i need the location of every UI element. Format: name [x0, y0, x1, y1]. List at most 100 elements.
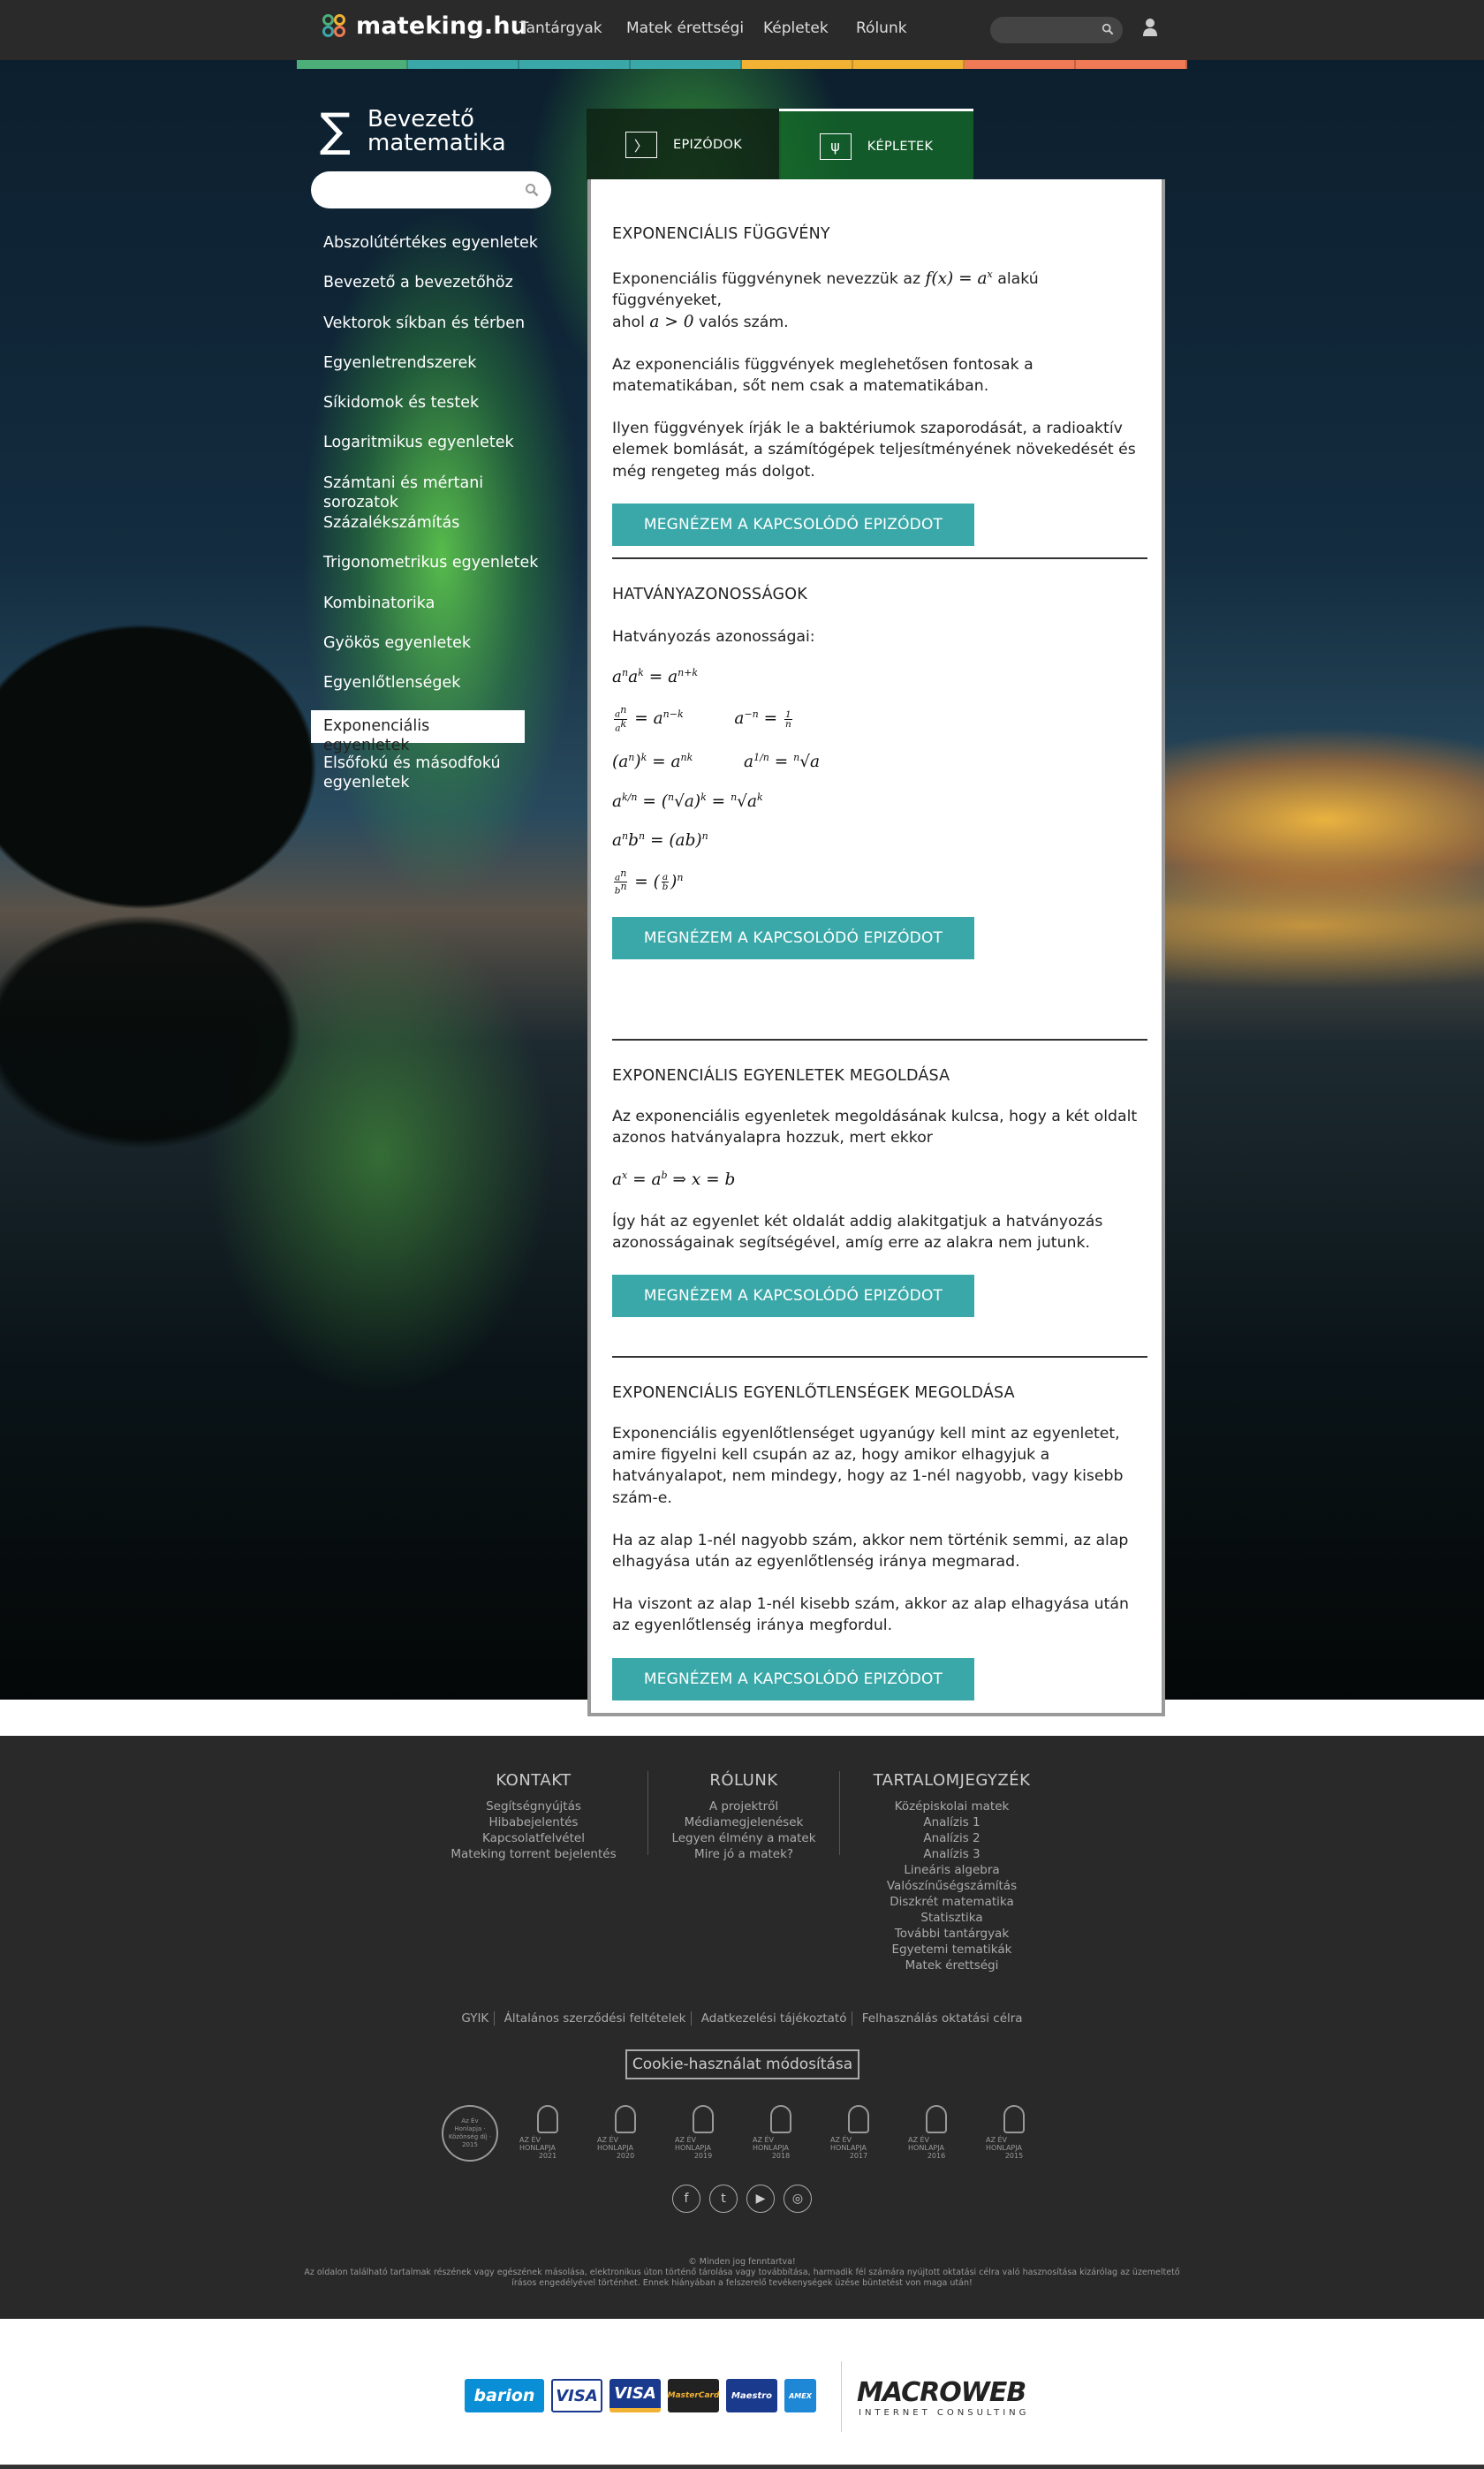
- tree-reflection: [0, 908, 424, 1279]
- nav-tantargyak[interactable]: Tantárgyak: [519, 19, 602, 37]
- sidebar-item[interactable]: Kombinatorika: [311, 590, 558, 630]
- sidebar-item[interactable]: Egyenletrendszerek: [311, 350, 558, 390]
- bottom-bar: [0, 2465, 1484, 2469]
- tab-formulas-label: KÉPLETEK: [867, 139, 934, 154]
- header-search-input[interactable]: [990, 17, 1123, 43]
- macroweb-logo[interactable]: MACROWEB: [857, 2377, 1026, 2408]
- hand-icon: [770, 2105, 791, 2133]
- logo-text: mateking.hu: [356, 12, 528, 40]
- maestro-logo: Maestro: [726, 2379, 777, 2412]
- sidebar-item[interactable]: Síkidomok és testek: [311, 390, 558, 429]
- nav-matek-erettsegi[interactable]: Matek érettségi: [626, 19, 744, 37]
- sidebar-topic-list: Abszolútértékes egyenletek Bevezető a be…: [311, 230, 558, 794]
- watch-episode-button[interactable]: MEGNÉZEM A KAPCSOLÓDÓ EPIZÓDOT: [612, 916, 974, 959]
- nav-rolunk[interactable]: Rólunk: [856, 19, 907, 37]
- section-paragraph: Így hát az egyenlet két oldalát addig al…: [612, 1212, 1103, 1252]
- tab-episodes-label: EPIZÓDOK: [672, 138, 742, 152]
- footer-link[interactable]: Mire jó a matek?: [668, 1846, 820, 1862]
- macroweb-subtitle: INTERNET CONSULTING: [859, 2408, 1030, 2418]
- facebook-icon[interactable]: f: [672, 2185, 700, 2213]
- footer-link[interactable]: Analízis 1: [861, 1814, 1042, 1830]
- payment-separator: [841, 2361, 842, 2432]
- sigma-icon: ∑: [320, 104, 352, 157]
- award-badge: AZ ÉV HONLAPJA 2020: [597, 2105, 654, 2162]
- footer-link[interactable]: Kapcsolatfelvétel: [450, 1830, 617, 1846]
- footer-link[interactable]: Középiskolai matek: [861, 1799, 1042, 1814]
- sidebar-item[interactable]: Logaritmikus egyenletek: [311, 429, 558, 469]
- formula-fraction-exponent: ak/n = (n√a)k = n√ak: [612, 791, 763, 811]
- sidebar-item[interactable]: Számtani és mértani sorozatok: [311, 470, 558, 511]
- sidebar-item[interactable]: Bevezető a bevezetőhöz: [311, 269, 558, 309]
- section-exp-inequalities: EXPONENCIÁLIS EGYENLŐTLENSÉGEK MEGOLDÁSA…: [612, 1384, 1147, 1700]
- footer-link[interactable]: Médiamegjelenések: [668, 1814, 820, 1830]
- user-icon[interactable]: [1142, 18, 1158, 37]
- section-paragraph: Az exponenciális egyenletek megoldásának…: [612, 1108, 1138, 1147]
- awards-row: Az Év Honlapja · Közönség díj · 2015 AZ …: [0, 2105, 1484, 2162]
- award-badge: AZ ÉV HONLAPJA 2017: [830, 2105, 887, 2162]
- watch-episode-button[interactable]: MEGNÉZEM A KAPCSOLÓDÓ EPIZÓDOT: [612, 1657, 974, 1700]
- footer-link[interactable]: Hibabejelentés: [450, 1814, 617, 1830]
- footer: KONTAKT Segítségnyújtás Hibabejelentés K…: [0, 1736, 1484, 2319]
- sidebar-item[interactable]: Vektorok síkban és térben: [311, 310, 558, 350]
- tab-episodes[interactable]: 〉 EPIZÓDOK: [587, 109, 781, 181]
- sidebar-item[interactable]: Százalékszámítás: [311, 510, 558, 549]
- award-badge: AZ ÉV HONLAPJA 2016: [908, 2105, 965, 2162]
- psi-icon: ψ: [819, 133, 852, 160]
- youtube-icon[interactable]: ▶: [746, 2185, 775, 2213]
- hand-icon: [537, 2105, 558, 2133]
- formula-equation-rule: ax = ab ⇒ x = b: [612, 1170, 736, 1190]
- search-icon[interactable]: [525, 183, 539, 197]
- mastercard-logo: MasterCard: [668, 2379, 719, 2412]
- top-navigation-bar: mateking.hu Tantárgyak Matek érettségi K…: [0, 0, 1484, 60]
- twitter-icon[interactable]: t: [709, 2185, 738, 2213]
- hand-icon: [1003, 2105, 1025, 2133]
- formula-power-of-power: (an)k = ank a1/n = n√a: [612, 752, 821, 772]
- sidebar-item[interactable]: Gyökös egyenletek: [311, 630, 558, 670]
- award-round-badge: Az Év Honlapja · Közönség díj · 2015: [442, 2105, 498, 2162]
- footer-link[interactable]: Segítségnyújtás: [450, 1799, 617, 1814]
- hand-icon: [693, 2105, 714, 2133]
- section-divider: [612, 557, 1147, 559]
- course-title: Bevezető matematika: [367, 106, 506, 156]
- footer-link[interactable]: Lineáris algebra: [861, 1862, 1042, 1878]
- legal-link[interactable]: Általános szerződési feltételek: [498, 2011, 693, 2026]
- footer-link[interactable]: A projektről: [668, 1799, 820, 1814]
- legal-link[interactable]: Adatkezelési tájékoztató: [695, 2011, 853, 2026]
- barion-logo: barion: [465, 2379, 544, 2412]
- legal-link[interactable]: GYIK: [456, 2011, 496, 2026]
- footer-link[interactable]: Valószínűségszámítás: [861, 1878, 1042, 1894]
- formula-card: EXPONENCIÁLIS FÜGGVÉNY Exponenciális füg…: [587, 179, 1165, 1716]
- footer-link[interactable]: További tantárgyak: [861, 1926, 1042, 1942]
- footer-link[interactable]: Diszkrét matematika: [861, 1894, 1042, 1910]
- instagram-icon[interactable]: ◎: [784, 2185, 812, 2213]
- section-divider: [612, 1039, 1147, 1041]
- sidebar-item-active[interactable]: Exponenciális egyenletek: [311, 709, 525, 754]
- section-title: EXPONENCIÁLIS FÜGGVÉNY: [612, 225, 830, 243]
- legal-link[interactable]: Felhasználás oktatási célra: [857, 2011, 1028, 2026]
- footer-link[interactable]: Mateking torrent bejelentés: [450, 1846, 617, 1862]
- nav-kepletek[interactable]: Képletek: [763, 19, 829, 37]
- footer-link[interactable]: Statisztika: [861, 1910, 1042, 1926]
- section-title: HATVÁNYAZONOSSÁGOK: [612, 586, 807, 603]
- cookie-settings-button[interactable]: Cookie-használat módosítása: [625, 2049, 859, 2079]
- footer-heading: KONTAKT: [496, 1771, 572, 1790]
- watch-episode-button[interactable]: MEGNÉZEM A KAPCSOLÓDÓ EPIZÓDOT: [612, 1274, 974, 1317]
- sidebar-item[interactable]: Trigonometrikus egyenletek: [311, 549, 558, 589]
- search-icon[interactable]: [1102, 23, 1114, 35]
- site-logo[interactable]: mateking.hu: [322, 12, 527, 40]
- sidebar-item[interactable]: Elsőfokú és másodfokú egyenletek: [311, 750, 558, 794]
- sidebar-item[interactable]: Egyenlőtlenségek: [311, 670, 558, 709]
- footer-link[interactable]: Analízis 2: [861, 1830, 1042, 1846]
- footer-link[interactable]: Analízis 3: [861, 1846, 1042, 1862]
- section-title: EXPONENCIÁLIS EGYENLŐTLENSÉGEK MEGOLDÁSA: [612, 1384, 1015, 1402]
- tab-formulas[interactable]: ψ KÉPLETEK: [779, 109, 973, 181]
- footer-link[interactable]: Legyen élmény a matek: [668, 1830, 820, 1846]
- sidebar-search-input[interactable]: [311, 171, 551, 208]
- section-paragraph: Exponenciális egyenlőtlenséget ugyanúgy …: [612, 1425, 1124, 1507]
- section-paragraph: Ha az alap 1-nél nagyobb szám, akkor nem…: [612, 1531, 1129, 1572]
- footer-link[interactable]: Egyetemi tematikák: [861, 1942, 1042, 1958]
- award-badge: AZ ÉV HONLAPJA 2019: [675, 2105, 731, 2162]
- footer-link[interactable]: Matek érettségi: [861, 1958, 1042, 1973]
- watch-episode-button[interactable]: MEGNÉZEM A KAPCSOLÓDÓ EPIZÓDOT: [612, 503, 974, 546]
- sidebar-item[interactable]: Abszolútértékes egyenletek: [311, 230, 558, 269]
